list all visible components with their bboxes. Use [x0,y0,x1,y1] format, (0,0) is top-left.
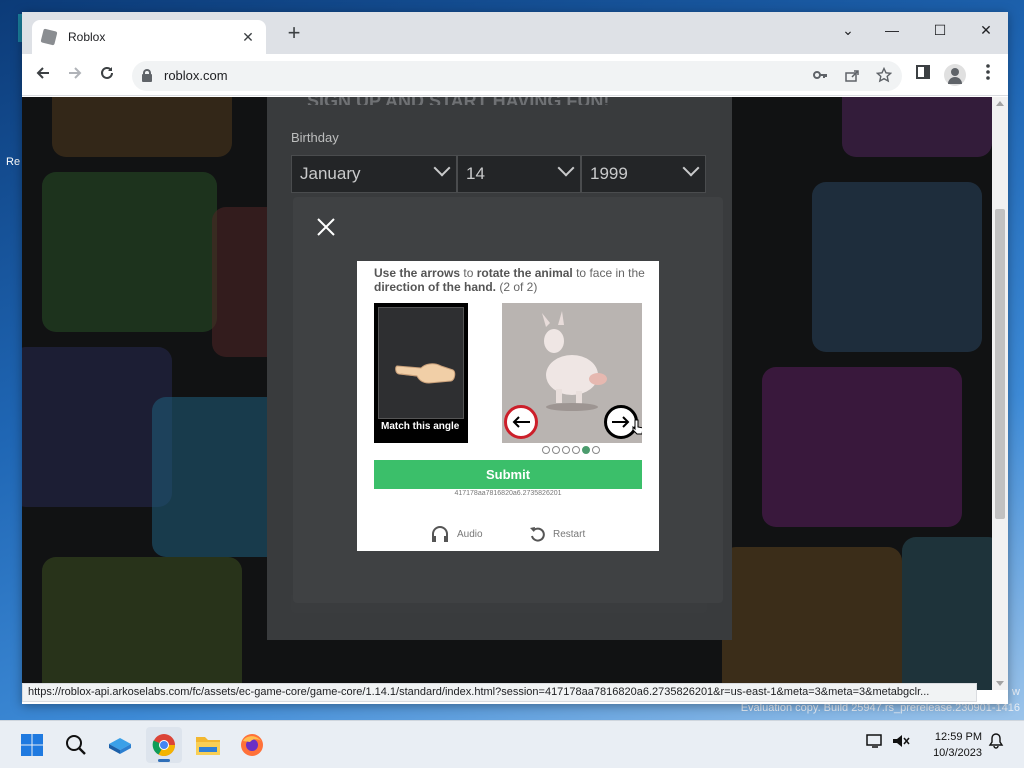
reload-button[interactable] [94,62,120,88]
address-bar[interactable]: roblox.com [132,61,902,91]
progress-dot [552,446,560,454]
tab-title: Roblox [68,30,106,44]
tab-close-icon[interactable]: ✕ [240,29,256,46]
chevron-down-icon [557,159,575,177]
system-clock[interactable]: 12:59 PM 10/3/2023 [922,729,982,761]
birthday-month-select[interactable]: January [291,155,457,193]
headphones-icon [432,526,448,542]
close-icon[interactable] [313,215,339,241]
taskbar: 12:59 PM 10/3/2023 [0,720,1024,768]
folder-icon [196,737,220,755]
tab-roblox[interactable]: Roblox ✕ [32,20,266,54]
page-viewport: SIGN UP AND START HAVING FUN! Birthday J… [22,97,992,690]
widgets-box-icon [109,738,131,754]
forward-arrow-icon [69,67,82,79]
hand-cursor-icon [632,419,642,435]
new-tab-button[interactable]: + [282,22,306,46]
tab-search-button[interactable]: ⌄ [828,16,868,44]
progress-dot [542,446,550,454]
status-url-bubble: https://roblox-api.arkoselabs.com/fc/ass… [22,683,977,702]
pointing-hand-icon [395,363,456,384]
progress-dot [562,446,570,454]
chevron-down-icon [682,159,700,177]
birthday-label: Birthday [291,130,339,145]
desktop-edge-fragment: w [1012,686,1020,698]
scroll-down-icon[interactable] [996,681,1004,686]
volume-muted-icon[interactable] [892,733,910,753]
bookmark-star-icon[interactable] [874,66,894,86]
key-icon[interactable] [810,67,830,86]
profile-avatar-icon[interactable] [944,64,966,86]
forward-button[interactable] [62,62,88,88]
scroll-up-icon[interactable] [996,101,1004,106]
start-button[interactable] [14,727,50,763]
notification-bell-icon[interactable] [988,733,1004,753]
rotate-left-button[interactable] [504,405,538,439]
back-button[interactable] [30,62,56,88]
widgets-button[interactable] [102,727,138,763]
reference-hand-image: Match this angle [374,303,468,443]
minimize-button[interactable]: — [872,16,912,44]
clock-date: 10/3/2023 [933,747,982,759]
search-icon [66,735,86,755]
audio-label: Audio [457,528,483,540]
close-window-button[interactable]: ✕ [966,16,1006,44]
clock-time: 12:59 PM [934,731,982,743]
windows-logo-icon [21,734,43,756]
page-scrollbar[interactable] [992,97,1008,690]
progress-dot-active [582,446,590,454]
submit-button[interactable]: Submit [374,460,642,489]
restart-label: Restart [553,528,586,540]
day-value: 14 [466,164,485,183]
progress-dots [542,446,600,454]
firefox-icon [241,734,263,756]
reference-caption: Match this angle [381,421,460,432]
month-value: January [300,164,361,183]
file-explorer-taskbar-item[interactable] [190,727,226,763]
search-button[interactable] [58,727,94,763]
desktop-text-fragment: Re [6,156,21,168]
roblox-favicon-icon [40,28,58,46]
browser-window: Roblox ✕ + ⌄ — ☐ ✕ roblox.com Birthday J… [22,12,1008,704]
firefox-taskbar-item[interactable] [234,727,270,763]
progress-dot [572,446,580,454]
captcha-instructions: Use the arrows to rotate the animal to f… [374,266,645,294]
tab-strip: Roblox ✕ + ⌄ — ☐ ✕ [22,12,1008,54]
progress-dot [592,446,600,454]
reload-icon [101,66,113,79]
signup-heading: SIGN UP AND START HAVING FUN! [307,97,697,105]
chrome-taskbar-item[interactable] [146,727,182,763]
share-icon[interactable] [842,67,862,86]
scroll-thumb[interactable] [995,209,1005,519]
network-monitor-icon[interactable] [866,733,884,753]
rotatable-animal-image [502,303,642,443]
birthday-year-select[interactable]: 1999 [581,155,706,193]
year-value: 1999 [590,164,628,183]
session-id-text: 417178aa7816820a6.2735826201 [454,490,562,497]
restart-icon [530,527,545,542]
captcha-challenge: Use the arrows to rotate the animal to f… [357,261,659,551]
menu-kebab-icon[interactable] [977,64,999,86]
chrome-icon [152,734,175,756]
restart-button[interactable]: Restart [529,525,585,543]
maximize-button[interactable]: ☐ [920,16,960,44]
audio-button[interactable]: Audio [431,525,483,543]
side-panel-icon[interactable] [912,64,934,86]
chevron-down-icon [433,159,451,177]
lock-icon[interactable] [142,69,152,82]
birthday-day-select[interactable]: 14 [457,155,581,193]
browser-toolbar: roblox.com [22,54,1008,96]
back-arrow-icon [36,67,49,79]
url-text[interactable]: roblox.com [164,68,228,83]
